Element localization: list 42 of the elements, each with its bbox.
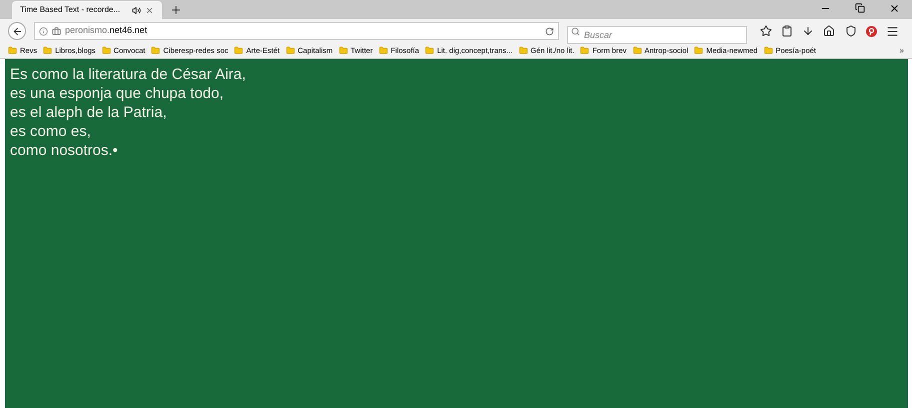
briefcase-icon [52,26,61,36]
poem-line: es como es, [10,122,92,141]
search-icon [571,26,580,36]
new-tab-icon[interactable] [170,4,182,16]
shield-icon[interactable] [844,25,857,37]
star-icon[interactable] [760,25,772,37]
folder-icon [338,46,348,55]
info-icon[interactable] [39,26,48,36]
folder-icon [580,46,590,55]
folder-icon [286,46,295,55]
folder-icon [151,46,160,55]
clipboard-icon[interactable] [780,25,793,37]
url-text: peronismo.net46.net [65,24,148,38]
speaker-icon[interactable] [132,6,141,14]
search-field[interactable]: Buscar [567,26,747,44]
pin-icon[interactable] [866,26,878,36]
folder-icon [43,46,52,55]
poem-line: Es como la literatura de César Aira, [10,65,247,84]
folder-icon [632,46,642,55]
folder-icon [102,46,111,55]
close-tab-icon[interactable] [145,6,154,14]
folder-icon [378,46,388,55]
back-arrow-icon[interactable] [12,26,22,36]
menu-icon[interactable] [886,24,900,38]
folder-icon [764,46,773,55]
download-icon[interactable] [802,25,814,37]
close-icon[interactable] [889,2,900,14]
home-icon[interactable] [823,25,836,37]
more-bookmarks-button[interactable]: » [900,44,904,56]
restore-icon[interactable] [855,2,865,12]
folder-icon [234,46,244,55]
poem-line: es el aleph de la Patria, [10,103,168,122]
folder-icon [8,46,17,55]
folder-icon [694,46,704,55]
poem-line: es una esponja que chupa todo, [10,84,225,103]
browser-tab[interactable]: Time Based Text - recorde... [12,1,162,19]
back-button[interactable] [8,22,26,40]
address-field[interactable]: peronismo.net46.net [34,22,559,40]
reload-icon[interactable] [545,26,554,36]
folder-icon [518,46,528,55]
poem-line: como nosotros.• [10,141,119,160]
folder-icon [425,46,434,55]
